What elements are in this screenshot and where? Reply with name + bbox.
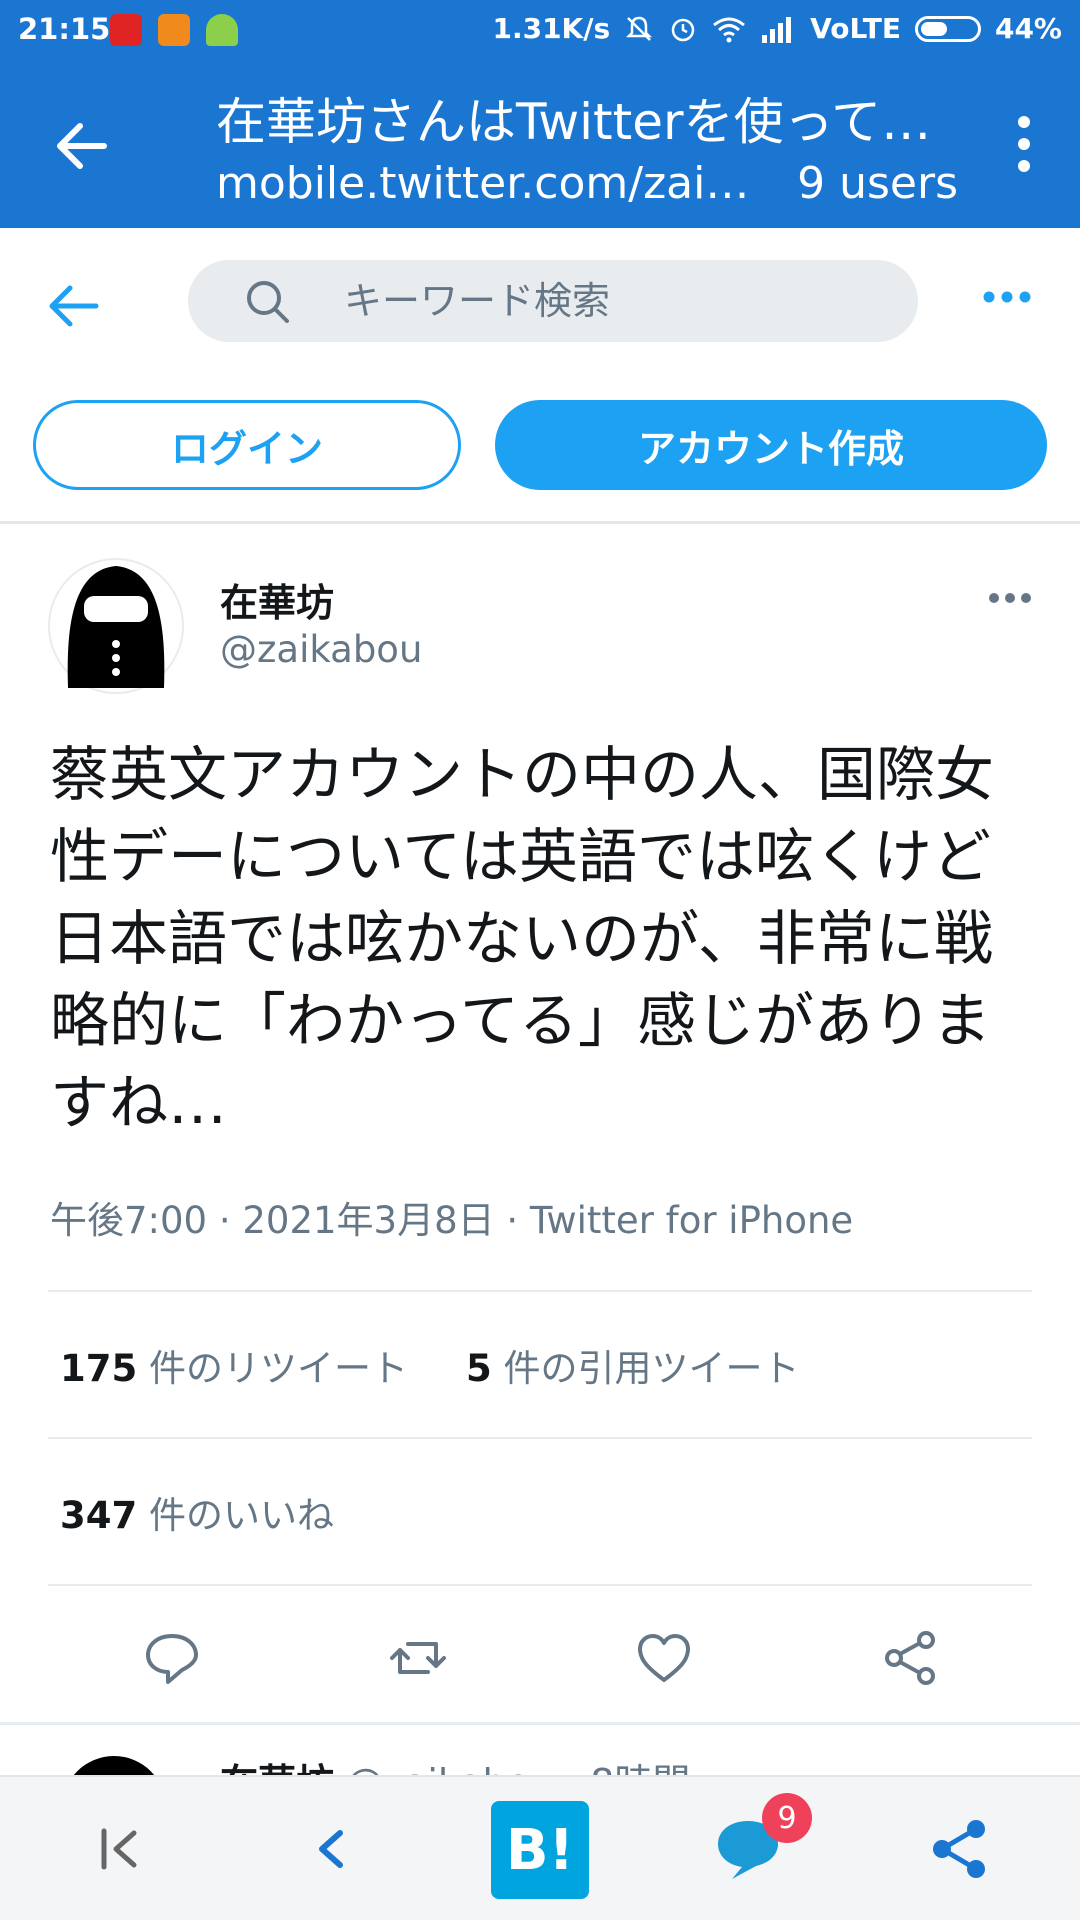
status-time: 21:15	[18, 12, 111, 46]
login-button[interactable]: ログイン	[33, 400, 461, 490]
search-icon	[247, 281, 289, 323]
tweet-more-icon[interactable]	[988, 592, 1032, 604]
status-bar: 21:15 1.31K/s VoLTE 44%	[0, 0, 1080, 60]
hatena-bookmark-button[interactable]: B!	[491, 1801, 589, 1899]
overflow-menu-icon[interactable]	[1014, 116, 1034, 172]
bookmark-users-count[interactable]: 9 users	[797, 158, 958, 209]
divider	[48, 1584, 1032, 1586]
twitter-header: ログイン アカウント作成	[0, 228, 1080, 524]
search-bar[interactable]	[188, 260, 918, 342]
status-indicators: 1.31K/s VoLTE 44%	[478, 12, 1062, 45]
notifications-off-icon	[626, 16, 653, 41]
aliexpress-icon	[110, 14, 142, 46]
battery-icon	[914, 15, 981, 42]
retweet-label: 件のリツイート	[137, 1347, 408, 1390]
retweet-icon[interactable]	[388, 1628, 448, 1688]
share-icon[interactable]	[928, 1817, 992, 1881]
network-type: VoLTE	[810, 12, 901, 45]
search-input[interactable]	[344, 270, 884, 332]
page-url: mobile.twitter.com/zaikabou/status	[216, 158, 756, 209]
avatar[interactable]	[48, 558, 184, 694]
share-icon[interactable]	[880, 1628, 940, 1688]
android-icon	[206, 14, 238, 46]
divider	[48, 1437, 1032, 1439]
comment-count-badge: 9	[762, 1793, 812, 1843]
quote-label: 件の引用ツイート	[491, 1347, 800, 1390]
tweet-text: 蔡英文アカウントの中の人、国際女性デーについては英語では呟くけど日本語では呟かな…	[50, 740, 995, 1137]
divider	[48, 1290, 1032, 1292]
battery-percent: 44%	[994, 12, 1062, 45]
first-page-icon[interactable]	[98, 1827, 142, 1871]
reply-icon[interactable]	[142, 1628, 202, 1688]
bottom-toolbar: B! 9	[0, 1775, 1080, 1920]
network-speed: 1.31K/s	[492, 12, 611, 45]
back-icon[interactable]	[310, 1827, 354, 1871]
twitter-back-icon[interactable]	[44, 276, 104, 336]
retweet-link[interactable]: 175 件のリツイート	[60, 1347, 408, 1390]
back-arrow-icon[interactable]	[52, 116, 112, 176]
more-options-icon[interactable]	[982, 290, 1032, 304]
divider	[0, 1722, 1080, 1725]
author-name[interactable]: 在華坊	[220, 572, 334, 627]
app-bar: 在華坊さんはTwitterを使っています mobile.twitter.com/…	[0, 60, 1080, 228]
like-stats[interactable]: 347 件のいいね	[60, 1485, 334, 1539]
avast-icon	[158, 14, 190, 46]
signal-icon	[762, 16, 792, 43]
tweet-actions	[0, 1620, 1080, 1700]
like-count: 347	[60, 1494, 138, 1537]
author-handle[interactable]: @zaikabou	[220, 628, 422, 671]
signup-button[interactable]: アカウント作成	[495, 400, 1047, 490]
like-label: 件のいいね	[137, 1494, 334, 1537]
retweet-count: 175	[60, 1347, 138, 1390]
retweet-stats: 175 件のリツイート 5 件の引用ツイート	[60, 1338, 800, 1392]
like-icon[interactable]	[634, 1628, 694, 1688]
quote-link[interactable]: 5 件の引用ツイート	[466, 1347, 800, 1390]
tweet-meta: 午後7:00 · 2021年3月8日 · Twitter for iPhone	[50, 1199, 854, 1242]
wifi-icon	[713, 17, 746, 42]
alarm-icon	[671, 18, 695, 41]
page-title: 在華坊さんはTwitterを使っています	[216, 93, 956, 151]
quote-count: 5	[466, 1347, 492, 1390]
